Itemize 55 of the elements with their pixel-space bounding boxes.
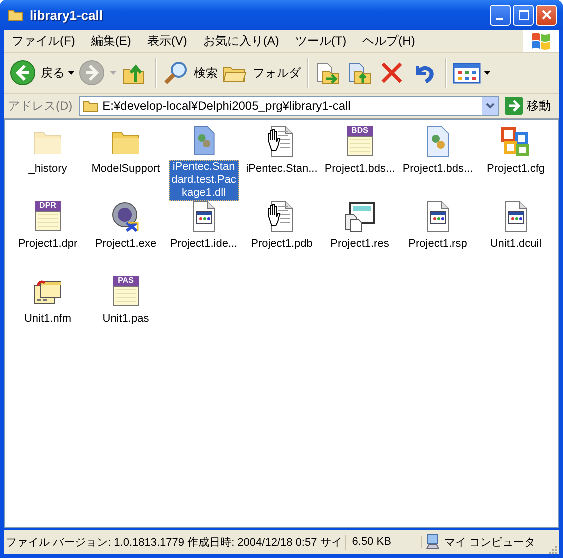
menu-item[interactable]: 編集(E) — [83, 32, 140, 50]
file-name[interactable]: Project1.pdb — [249, 237, 315, 251]
disc-icon — [110, 201, 142, 233]
menu-item[interactable]: ツール(T) — [287, 32, 355, 50]
go-button[interactable]: 移動 — [503, 97, 557, 115]
file-name[interactable]: Project1.dpr — [16, 237, 80, 251]
stacked-documents-icon — [344, 201, 376, 233]
arrow-right-icon — [505, 97, 523, 115]
file-name[interactable]: ModelSupport — [90, 162, 162, 176]
icon-label: BDS — [347, 126, 373, 136]
address-field[interactable]: E:¥develop-local¥Delphi2005_prg¥library1-call — [78, 96, 499, 116]
menu-item[interactable]: ファイル(F) — [4, 32, 84, 50]
file-name[interactable]: Project1.rsp — [406, 237, 470, 251]
icon-label: PAS — [113, 276, 139, 286]
computer-icon — [426, 534, 440, 550]
resize-grip-icon — [547, 544, 557, 554]
folder-icon — [82, 99, 99, 113]
status-size: 6.50 KB — [350, 536, 422, 548]
flag-logo-icon — [530, 31, 552, 51]
file-name[interactable]: Project1.res — [328, 237, 392, 251]
file-name[interactable]: Project1.cfg — [484, 162, 548, 176]
file-name[interactable]: Unit1.pas — [100, 312, 152, 326]
menu-item[interactable]: ヘルプ(H) — [354, 32, 424, 50]
maximize-button[interactable] — [513, 4, 534, 26]
close-button[interactable] — [536, 4, 557, 26]
file-name[interactable]: Unit1.nfm — [22, 312, 74, 326]
caret-icon — [484, 71, 491, 75]
minimize-icon — [496, 18, 503, 20]
status-zone: マイ コンピュータ — [444, 536, 536, 550]
file-name[interactable]: Project1.bds... — [322, 162, 398, 176]
file-name[interactable]: Project1.bds... — [400, 162, 476, 176]
folder-button[interactable]: フォルダ — [220, 58, 303, 88]
menu-item[interactable]: お気に入り(A) — [195, 32, 288, 50]
file-name[interactable]: iPentec.Stan... — [244, 162, 320, 176]
file-name[interactable]: Project1.exe — [93, 237, 159, 251]
search-button[interactable]: 検索 — [161, 58, 220, 88]
close-icon — [542, 10, 552, 20]
folder-icon — [8, 8, 24, 22]
squares-icon — [500, 126, 532, 158]
maximize-icon — [518, 10, 528, 20]
chevron-down-icon — [486, 103, 494, 109]
address-label: アドレス(D) — [7, 98, 74, 114]
file-name[interactable]: _history — [26, 162, 70, 176]
caret-icon — [110, 71, 117, 75]
icon-label: DPR — [35, 201, 61, 211]
status-text: ファイル バージョン: 1.0.1813.1779 作成日時: 2004/12/18 0:57 サイ — [6, 534, 346, 550]
file-name[interactable]: Unit1.dcuil — [488, 237, 544, 251]
caret-icon — [68, 71, 75, 75]
file-name[interactable]: iPentec.Standard.test.Package1.dll — [169, 160, 239, 201]
minimize-button[interactable] — [490, 4, 511, 26]
window-title: library1-call — [30, 8, 104, 22]
back-arrow-button[interactable]: 戻る — [8, 58, 77, 88]
file-name[interactable]: Project1.ide... — [168, 237, 240, 251]
dropdown-button[interactable] — [481, 97, 498, 115]
menu-item[interactable]: 表示(V) — [139, 32, 196, 50]
